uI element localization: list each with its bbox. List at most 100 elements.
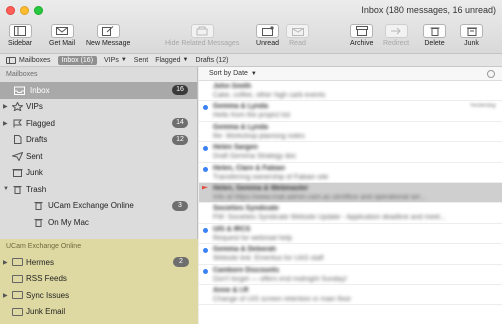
message-sender: Helen Sargen [213,144,258,152]
disclosure-arrow-icon[interactable]: ▶ [3,103,9,110]
message-subject: Draft Gemma Strategy doc [213,153,297,161]
star-icon [12,102,23,112]
inbox-tray-icon [14,86,25,95]
read-button[interactable]: Read [286,24,309,47]
favorites-vips[interactable]: VIPs ▼ [104,57,127,64]
delete-button[interactable]: Delete [423,24,446,47]
trash-icon [33,218,44,227]
sort-by-date[interactable]: Sort by Date [209,70,248,77]
redirect-button[interactable]: Redirect [383,24,409,47]
get-mail-button[interactable]: Get Mail [49,24,75,47]
hide-related-button[interactable]: Hide Related Messages [165,24,239,47]
disclosure-arrow-icon[interactable]: ▶ [3,292,9,299]
disclosure-arrow-icon[interactable]: ▶ [3,259,9,266]
message-row[interactable]: Gemma & Lynda Hello from the project list… [199,101,502,122]
junk-bin-icon [12,168,23,178]
folder-icon [12,291,23,300]
chevron-down-icon: ▼ [182,57,189,63]
sidebar-item-junk-email[interactable]: Junk Email [0,304,198,321]
message-subject: Change of UIS screen retention in main f… [213,295,352,303]
sidebar: Mailboxes Inbox 16 ▶ VIPs ▶ Flagged 14 D… [0,67,198,324]
favorites-drafts[interactable]: Drafts (12) [195,57,228,64]
message-row[interactable]: Anne & I.R Change of UIS screen retention… [199,285,502,306]
message-subject: FW: Societies Syndicate Website Update -… [213,214,446,222]
favorites-sent[interactable]: Sent [134,57,148,64]
chevron-down-icon: ▼ [250,70,257,77]
hide-related-label: Hide Related Messages [165,40,240,47]
delete-label: Delete [424,40,445,47]
message-subject: Request for webmail help [213,234,292,242]
message-row[interactable]: Helen, Gemma & Webmaster Info at https://… [199,182,502,204]
archive-button[interactable]: Archive [350,24,373,47]
message-subject: Don't forget — offers end midnight Sunda… [213,275,347,283]
junk-button[interactable]: Junk [460,24,483,47]
filter-icon[interactable] [487,70,495,78]
minimize-window-button[interactable] [20,6,29,15]
trash-icon [33,201,44,211]
message-sender: Cambore Discounts [213,266,280,274]
sidebar-item-label: Flagged [26,118,55,128]
message-row[interactable]: John Smith Cake, coffee, other high carb … [199,81,502,102]
sidebar-item-inbox[interactable]: Inbox 16 [0,82,197,99]
message-row[interactable]: Gemma & Lynda Re: Workshop planning notes [199,122,502,143]
message-subject: Transferring ownership of Fabian site [213,173,329,181]
message-sender: Gemma & Lynda [213,103,268,111]
document-icon [12,135,23,145]
favorites-flagged[interactable]: Flagged ▼ [155,57,188,64]
new-message-label: New Message [86,40,131,47]
zoom-window-button[interactable] [34,6,43,15]
sidebar-item-vips[interactable]: ▶ VIPs [0,99,197,116]
unread-dot-icon [203,166,208,172]
sidebar-item-trash-on-my-mac[interactable]: On My Mac [0,214,197,231]
message-row[interactable]: Cambore Discounts Don't forget — offers e… [199,265,502,285]
sidebar-item-trash-ucam[interactable]: UCam Exchange Online 3 [0,198,197,215]
message-subject: Cake, coffee, other high carb events [213,92,326,99]
sidebar-item-sync-issues[interactable]: ▶ Sync Issues [0,287,198,304]
message-row[interactable]: Helen Sargen Draft Gemma Strategy doc [199,142,502,163]
message-date: Yesterday [469,103,496,110]
sidebar-item-sent[interactable]: Sent [0,148,197,165]
count-badge: 2 [173,257,189,267]
message-list: Sort by Date ▼ John Smith Cake, coffee, o… [199,67,502,324]
close-window-button[interactable] [6,6,15,15]
message-sender: UIS & IRCS [213,225,251,233]
account-heading: UCam Exchange Online [6,243,82,250]
window-controls [6,6,43,15]
favorites-mailboxes[interactable]: Mailboxes [6,56,51,64]
sidebar-icon [14,26,27,36]
sidebar-item-drafts[interactable]: Drafts 12 [0,132,197,149]
count-badge: 14 [172,118,188,128]
read-envelope-icon [291,28,304,36]
unread-button[interactable]: Unread [256,24,279,47]
message-sender: Gemma & Deborah [213,246,277,254]
count-badge: 12 [172,134,188,145]
sidebar-item-rss-feeds[interactable]: RSS Feeds [0,271,198,288]
flag-icon [202,185,208,190]
message-row[interactable]: UIS & IRCS Request for webmail help [199,224,502,245]
archive-icon [355,26,368,36]
disclosure-arrow-expanded-icon[interactable]: ▼ [3,186,9,192]
sidebar-button[interactable]: Sidebar [8,24,32,47]
sidebar-item-flagged[interactable]: ▶ Flagged 14 [0,115,197,132]
disclosure-arrow-icon[interactable]: ▶ [3,120,9,127]
new-message-button[interactable]: New Message [86,24,130,47]
message-row[interactable]: Gemma & Deborah Website link: Emeritus fo… [199,244,502,265]
message-subject: Website link: Emeritus for UAS staff [213,255,324,263]
favorites-inbox[interactable]: Inbox (16) [57,55,98,65]
sidebar-item-hermes[interactable]: ▶ Hermes 2 [0,254,198,271]
sort-header[interactable]: Sort by Date ▼ [199,67,502,81]
folder-icon [12,307,23,316]
message-sender: John Smith [213,83,252,90]
read-label: Read [289,40,306,47]
sidebar-item-trash[interactable]: ▼ Trash [0,181,197,198]
sidebar-item-junk[interactable]: Junk [0,165,197,182]
unread-count-badge: 16 [172,85,188,95]
folder-icon [12,274,23,283]
account-section: UCam Exchange Online ▶ Hermes 2 RSS Feed… [0,239,198,324]
unread-dot-icon [203,268,208,274]
message-row[interactable]: Helen, Clare & Fabian Transferring owners… [199,163,502,183]
related-messages-icon [196,26,208,36]
mailboxes-icon [6,56,16,64]
message-row[interactable]: Societies Syndicate FW: Societies Syndica… [199,203,502,224]
sidebar-item-label: VIPs [26,102,43,112]
